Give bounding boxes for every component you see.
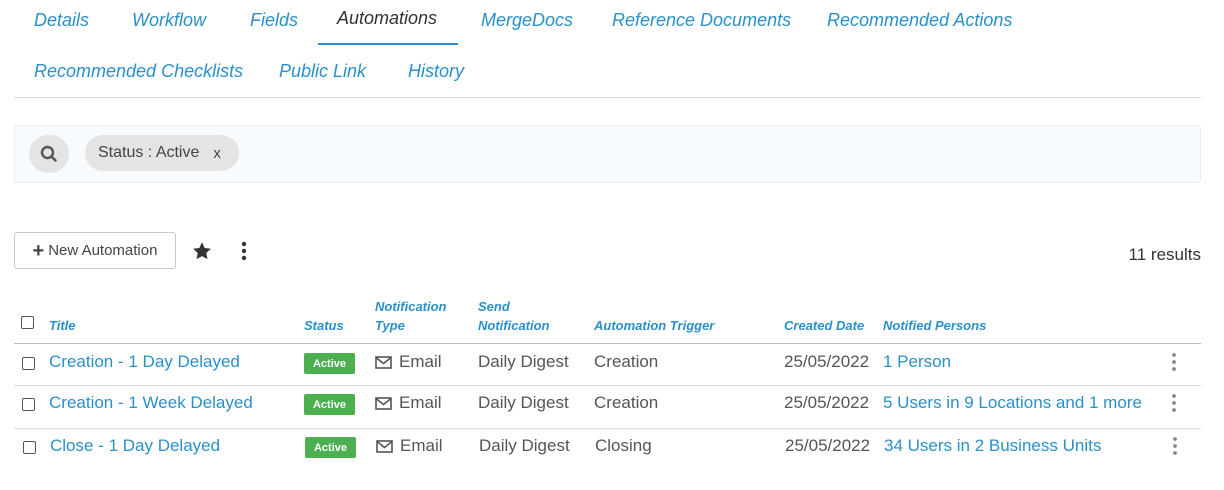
created-date: 25/05/2022 — [785, 436, 871, 455]
column-header-notification-type-line2[interactable]: Type — [375, 316, 405, 335]
row-menu-icon[interactable] — [1171, 436, 1179, 456]
notification-type: Email — [400, 436, 443, 455]
tab-recommended-checklists[interactable]: Recommended Checklists — [34, 61, 243, 82]
star-icon[interactable] — [191, 240, 213, 262]
select-all-checkbox[interactable] — [21, 316, 34, 329]
row-checkbox[interactable] — [23, 441, 36, 454]
column-header-notification-type-line1[interactable]: Notification — [375, 297, 447, 316]
header-divider — [14, 343, 1201, 344]
results-count: 11 results — [1128, 245, 1201, 264]
search-icon — [40, 145, 57, 162]
status-badge: Active — [304, 353, 355, 374]
column-header-send-notification-line1[interactable]: Send — [478, 297, 510, 316]
automation-title-link[interactable]: Creation - 1 Week Delayed — [49, 393, 253, 413]
created-date: 25/05/2022 — [784, 352, 870, 371]
column-header-notified-persons[interactable]: Notified Persons — [883, 316, 986, 335]
plus-icon: + — [32, 239, 45, 262]
active-tab-indicator — [318, 43, 458, 45]
email-icon — [376, 440, 393, 453]
column-header-send-notification-line2[interactable]: Notification — [478, 316, 550, 335]
tab-history[interactable]: History — [408, 61, 464, 82]
automation-trigger: Creation — [594, 352, 659, 371]
automation-trigger: Creation — [594, 393, 659, 412]
filter-chip-status: Status : Active x — [85, 135, 239, 171]
automation-title-link[interactable]: Creation - 1 Day Delayed — [49, 352, 240, 372]
column-header-title[interactable]: Title — [49, 316, 76, 335]
status-badge: Active — [304, 394, 355, 415]
row-divider — [14, 385, 1201, 386]
tab-public-link[interactable]: Public Link — [279, 61, 366, 82]
row-checkbox[interactable] — [22, 398, 35, 411]
automation-title-link[interactable]: Close - 1 Day Delayed — [50, 436, 220, 456]
filter-bar: Status : Active x — [14, 125, 1201, 183]
notification-type: Email — [399, 352, 442, 371]
remove-filter-button[interactable]: x — [213, 145, 221, 162]
new-automation-button[interactable]: + New Automation — [14, 232, 176, 269]
new-automation-label: New Automation — [48, 242, 158, 259]
automation-trigger: Closing — [595, 436, 652, 455]
tab-reference-documents[interactable]: Reference Documents — [612, 10, 791, 31]
notified-persons-link[interactable]: 1 Person — [883, 352, 951, 372]
notification-type: Email — [399, 393, 442, 412]
tab-bar: Details Workflow Fields Automations Merg… — [14, 0, 1201, 98]
notified-persons-link[interactable]: 5 Users in 9 Locations and 1 more — [883, 393, 1142, 413]
email-icon — [375, 397, 392, 410]
tab-workflow[interactable]: Workflow — [132, 10, 206, 31]
tab-mergedocs[interactable]: MergeDocs — [481, 10, 573, 31]
column-header-created-date[interactable]: Created Date — [784, 316, 864, 335]
tab-fields[interactable]: Fields — [250, 10, 298, 31]
row-menu-icon[interactable] — [1170, 393, 1178, 413]
row-divider — [14, 428, 1201, 429]
filter-chip-label: Status : Active — [98, 144, 200, 161]
send-notification: Daily Digest — [479, 436, 570, 455]
status-badge: Active — [305, 437, 356, 458]
column-header-automation-trigger[interactable]: Automation Trigger — [594, 316, 714, 335]
column-header-status[interactable]: Status — [304, 316, 344, 335]
created-date: 25/05/2022 — [784, 393, 870, 412]
tab-automations[interactable]: Automations — [337, 8, 437, 29]
send-notification: Daily Digest — [478, 393, 569, 412]
row-menu-icon[interactable] — [1170, 352, 1178, 372]
notified-persons-link[interactable]: 34 Users in 2 Business Units — [884, 436, 1101, 456]
row-checkbox[interactable] — [22, 357, 35, 370]
tab-recommended-actions[interactable]: Recommended Actions — [827, 10, 1012, 31]
more-options-icon[interactable] — [234, 240, 254, 262]
tab-details[interactable]: Details — [34, 10, 89, 31]
send-notification: Daily Digest — [478, 352, 569, 371]
search-button[interactable] — [29, 135, 69, 173]
email-icon — [375, 356, 392, 369]
